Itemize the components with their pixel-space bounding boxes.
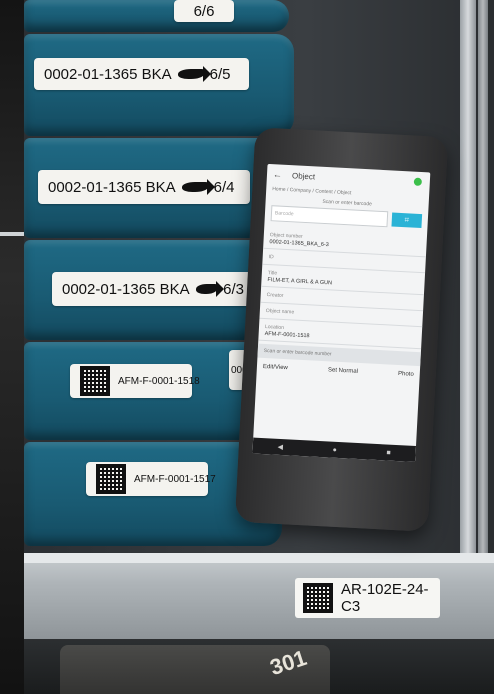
field-label: Object name: [265, 308, 295, 316]
nav-back-icon[interactable]: ◀: [277, 443, 283, 451]
phone-screen: ← Object Home / Company / Content / Obje…: [252, 163, 431, 463]
film-reel: 0002-01-1365 BKA 6/5: [24, 34, 294, 136]
reel-code: 0002-01-1365 BKA: [48, 178, 176, 196]
edit-view-button[interactable]: Edit/View: [263, 364, 288, 371]
scan-button[interactable]: ⌗: [391, 212, 423, 229]
photo-button[interactable]: Photo: [398, 371, 414, 378]
left-background: [0, 0, 24, 694]
reel-code: 0002-01-1365 BKA: [62, 280, 190, 298]
android-nav-bar: ◀ ● ■: [252, 437, 417, 463]
reel-qr-label: AFM-F-0001-1518: [70, 364, 200, 398]
film-reel: 6/6: [24, 0, 289, 32]
shelf-location-code: AR-102E-24-C3: [341, 581, 429, 615]
field-label: ID: [268, 254, 274, 261]
smartphone: ← Object Home / Company / Content / Obje…: [234, 127, 449, 532]
reel-label: 0002-01-1365 BKA 6/4: [38, 170, 250, 204]
reel-label: 0002-01-1365 BKA 6/5: [34, 58, 249, 90]
qr-code-icon: [303, 583, 333, 613]
qr-code-icon: [96, 464, 126, 494]
reel-part: 6/5: [209, 65, 231, 83]
reel-code: 0002-01-1365 BKA: [44, 65, 172, 83]
scan-icon: ⌗: [404, 215, 410, 225]
reel-qr-code: AFM-F-0001-1518: [118, 375, 200, 387]
light-strip: [0, 232, 24, 236]
reel-label: 6/6: [174, 0, 234, 22]
reel-qr-code: AFM-F-0001-1517: [134, 473, 216, 485]
app-title: Object: [291, 170, 316, 181]
fish-logo-icon: [177, 66, 211, 82]
back-arrow-icon[interactable]: ←: [273, 169, 283, 179]
shelf-location-label: AR-102E-24-C3: [295, 578, 440, 618]
reel-part: 6/3: [223, 280, 244, 298]
reel-label-text: 6/6: [193, 2, 215, 20]
reel-qr-label: AFM-F-0001-1517: [86, 462, 216, 496]
photo-scene: 6/6 0002-01-1365 BKA 6/5 0002-01-1365 BKA…: [0, 0, 494, 694]
reel-part: 6/4: [213, 178, 235, 196]
reel-label: 0002-01-1365 BKA 6/3: [52, 272, 254, 306]
nav-recent-icon[interactable]: ■: [386, 449, 391, 456]
fish-logo-icon: [181, 179, 215, 195]
field-label: Creator: [266, 292, 284, 299]
set-normal-button[interactable]: Set Normal: [328, 367, 358, 375]
fish-logo-icon: [195, 281, 224, 297]
shelf-lip: [24, 553, 494, 563]
qr-code-icon: [80, 366, 110, 396]
nav-home-icon[interactable]: ●: [332, 446, 337, 453]
